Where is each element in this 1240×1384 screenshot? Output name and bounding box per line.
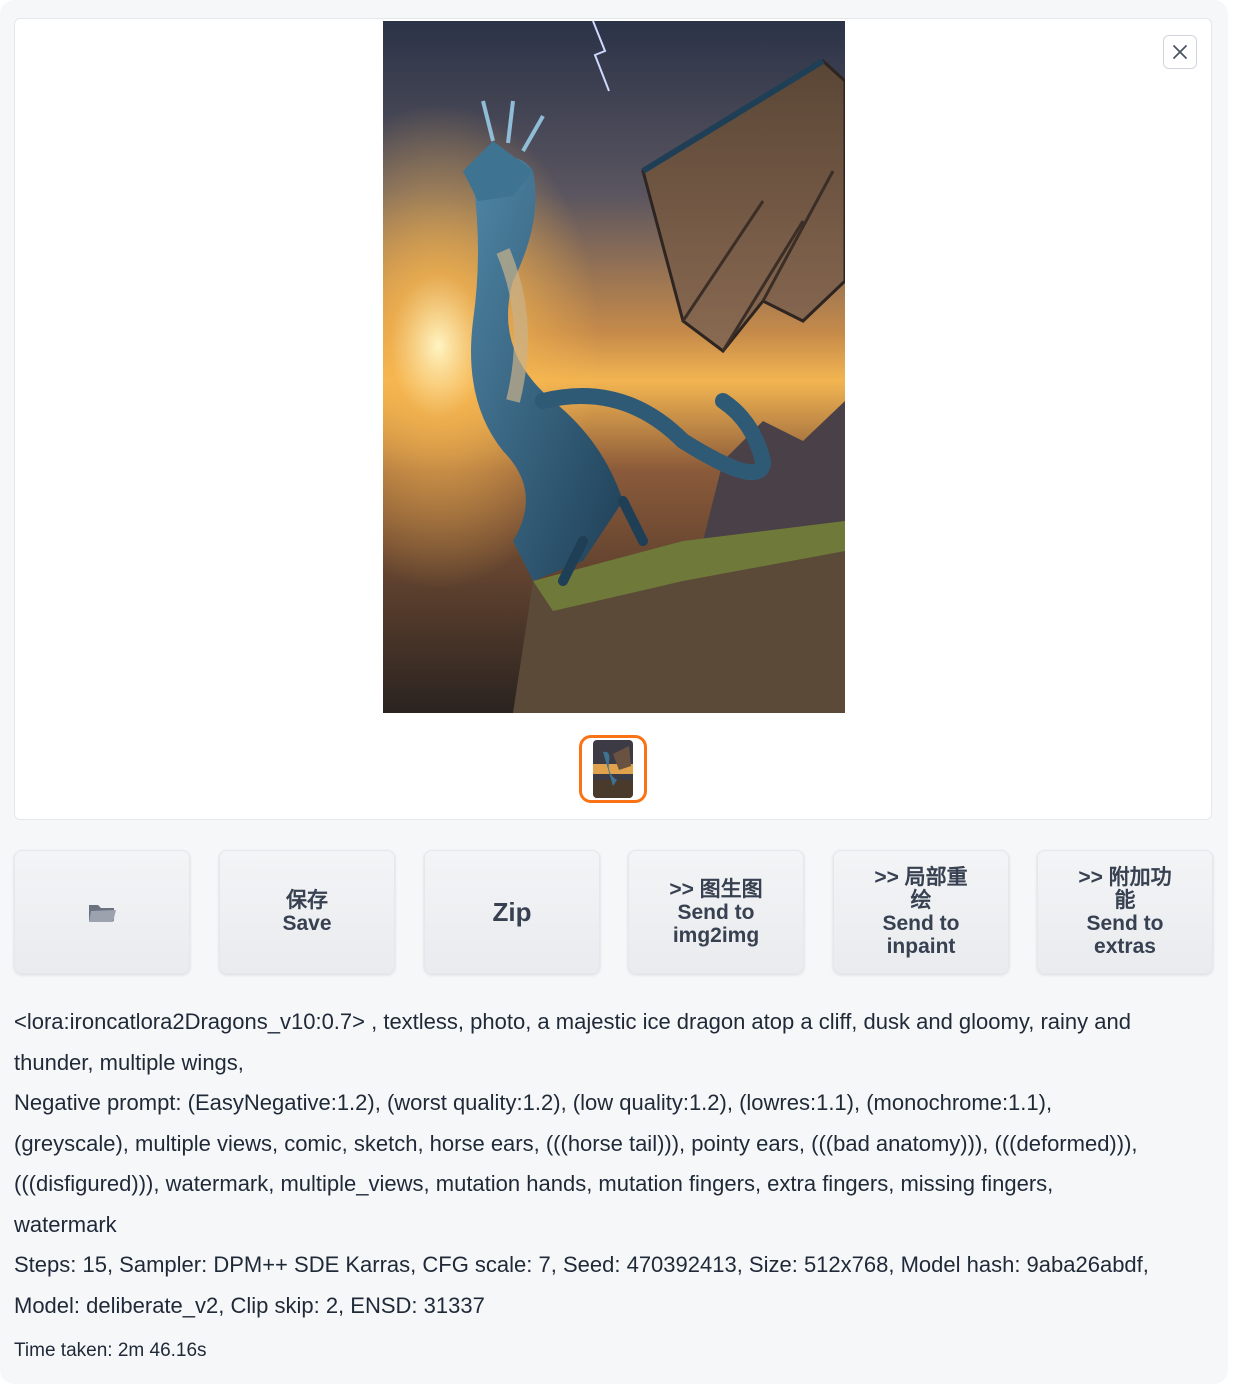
dragon-image[interactable] bbox=[383, 21, 845, 713]
action-button-row: 保存 Save Zip >> 图生图 Send to img2img >> 局部… bbox=[14, 850, 1213, 974]
inpaint-label-zh-line2: 绘 bbox=[910, 889, 932, 912]
zip-button[interactable]: Zip bbox=[424, 850, 600, 974]
open-folder-button[interactable] bbox=[14, 850, 190, 974]
time-taken: Time taken: 2m 46.16s bbox=[14, 1340, 207, 1361]
img2img-label-line1: Send to bbox=[677, 900, 755, 924]
negative-prompt-line-4: watermark bbox=[14, 1211, 117, 1237]
prompt-line-1: <lora:ironcatlora2Dragons_v10:0.7> , tex… bbox=[14, 1009, 1131, 1034]
params-line-1: Steps: 15, Sampler: DPM++ SDE Karras, CF… bbox=[14, 1252, 1149, 1277]
image-gallery bbox=[14, 18, 1212, 820]
params-line-2: Model: deliberate_v2, Clip skip: 2, ENSD… bbox=[14, 1292, 485, 1318]
img2img-label-zh: >> 图生图 bbox=[669, 877, 763, 901]
dragon-thumbnail bbox=[593, 740, 633, 798]
zip-label: Zip bbox=[492, 896, 532, 927]
save-button[interactable]: 保存 Save bbox=[219, 850, 395, 974]
extras-label-zh-line2: 能 bbox=[1114, 889, 1136, 912]
save-label: Save bbox=[282, 912, 332, 935]
prompt-line-2: thunder, multiple wings, bbox=[14, 1049, 244, 1075]
img2img-label-line2: img2img bbox=[672, 923, 760, 947]
send-to-img2img-button[interactable]: >> 图生图 Send to img2img bbox=[628, 850, 804, 974]
inpaint-label-line1: Send to bbox=[882, 912, 960, 935]
negative-prompt-line-2: (greyscale), multiple views, comic, sket… bbox=[14, 1130, 1138, 1156]
extras-label-line2: extras bbox=[1094, 935, 1156, 958]
close-button[interactable] bbox=[1163, 35, 1197, 69]
send-to-inpaint-button[interactable]: >> 局部重 绘 Send to inpaint bbox=[833, 850, 1009, 974]
negative-prompt-line-3: (((disfigured))), watermark, multiple_vi… bbox=[14, 1171, 1054, 1196]
send-to-extras-button[interactable]: >> 附加功 能 Send to extras bbox=[1037, 850, 1213, 974]
output-panel: 保存 Save Zip >> 图生图 Send to img2img >> 局部… bbox=[0, 0, 1228, 1384]
save-label-zh: 保存 bbox=[286, 889, 328, 912]
generation-info: <lora:ironcatlora2Dragons_v10:0.7> , tex… bbox=[14, 1002, 1214, 1326]
extras-label-line1: Send to bbox=[1086, 912, 1164, 935]
thumbnail-selected[interactable] bbox=[579, 735, 647, 803]
folder-icon bbox=[89, 905, 116, 922]
dragon-illustration bbox=[383, 21, 845, 713]
extras-label-zh-line1: >> 附加功 bbox=[1078, 866, 1172, 889]
inpaint-label-line2: inpaint bbox=[886, 935, 956, 958]
close-icon bbox=[1173, 45, 1187, 59]
negative-prompt-line-1: Negative prompt: (EasyNegative:1.2), (wo… bbox=[14, 1090, 1053, 1115]
inpaint-label-zh-line1: >> 局部重 bbox=[874, 866, 968, 889]
